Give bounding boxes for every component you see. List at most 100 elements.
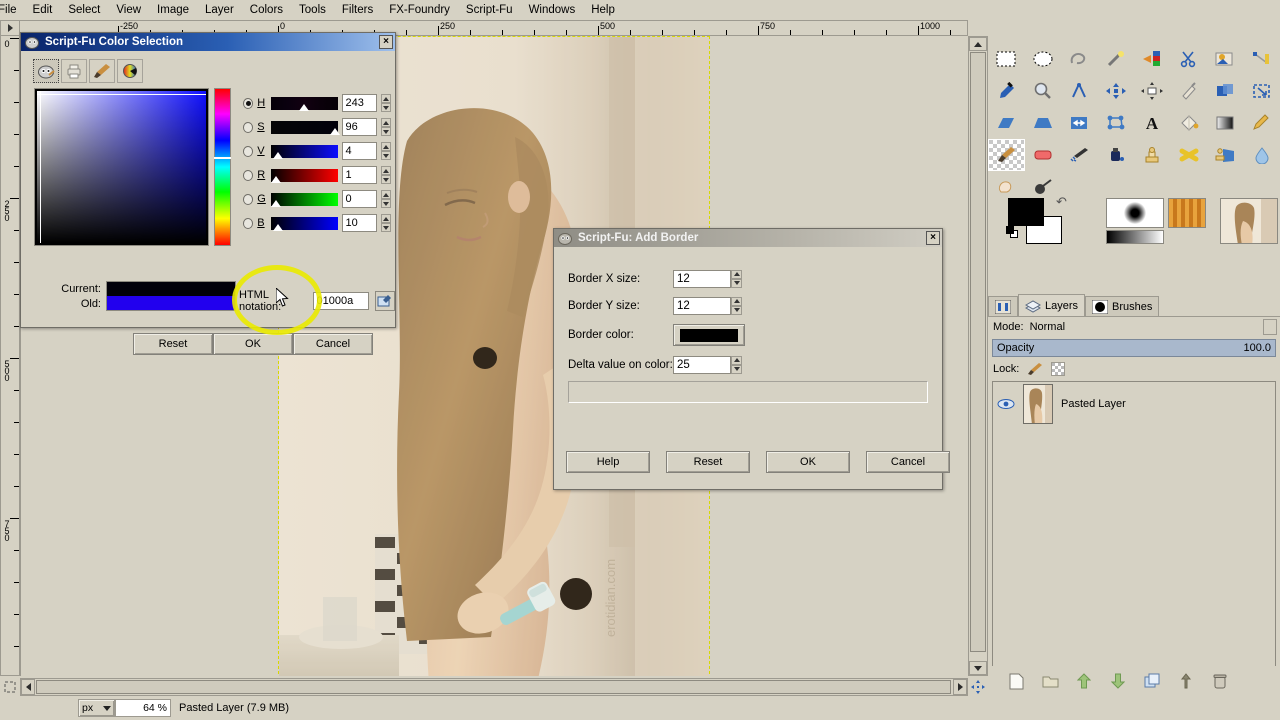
tool-text[interactable]: A (1134, 107, 1171, 139)
active-pattern-indicator[interactable] (1168, 198, 1206, 228)
border-y-size-input[interactable]: 12 (673, 296, 731, 315)
border-x-size-spinner[interactable] (731, 269, 742, 288)
channel-slider-s[interactable] (271, 120, 340, 135)
vertical-ruler[interactable]: 0 250 500 750 (0, 36, 20, 676)
tool-measure[interactable] (1061, 75, 1098, 107)
old-color-swatch[interactable] (107, 296, 235, 310)
delta-value-input[interactable]: 25 (673, 355, 731, 374)
tool-paths[interactable] (1244, 43, 1280, 75)
scroll-down-button[interactable] (969, 661, 987, 675)
tool-move[interactable] (1098, 75, 1135, 107)
hue-strip[interactable] (214, 88, 231, 246)
channel-radio-s[interactable] (243, 121, 254, 133)
script-fu-add-border-dialog[interactable]: Script-Fu: Add Border × Border X size: 1… (553, 228, 950, 490)
tool-free-select[interactable] (1061, 43, 1098, 75)
tool-paintbrush[interactable] (988, 139, 1025, 171)
border-y-size-spinner[interactable] (731, 296, 742, 315)
tool-perspective[interactable] (1025, 107, 1062, 139)
canvas-vertical-scrollbar[interactable] (968, 36, 988, 676)
delete-layer-button[interactable] (1210, 671, 1230, 691)
active-gradient-indicator[interactable] (1106, 230, 1164, 244)
active-brush-indicator[interactable] (1106, 198, 1164, 228)
channel-slider-b[interactable] (271, 216, 338, 231)
border-color-button[interactable] (673, 324, 745, 346)
color-tab-printer[interactable] (61, 59, 87, 83)
menu-item-windows[interactable]: Windows (521, 2, 584, 18)
lock-alpha-icon[interactable] (1051, 362, 1066, 376)
tool-pencil[interactable] (1244, 107, 1280, 139)
channel-spinner-s[interactable] (380, 118, 391, 136)
horizontal-scroll-thumb[interactable] (36, 680, 951, 694)
tool-bucket-fill[interactable] (1171, 107, 1208, 139)
raise-layer-button[interactable] (1074, 671, 1094, 691)
tool-perspective-clone[interactable] (1207, 139, 1244, 171)
menu-item-select[interactable]: Select (60, 2, 108, 18)
tab-brushes[interactable]: Brushes (1085, 296, 1160, 316)
tool-eraser[interactable] (1025, 139, 1062, 171)
layer-list[interactable]: Pasted Layer (992, 381, 1276, 681)
channel-radio-g[interactable] (243, 193, 254, 205)
tool-clone[interactable] (1134, 139, 1171, 171)
saturation-value-square[interactable] (34, 88, 209, 246)
channel-value-h[interactable]: 243 (341, 94, 377, 112)
html-notation-input[interactable]: 01000a (312, 292, 369, 310)
channel-value-b[interactable]: 10 (341, 214, 377, 232)
channel-radio-v[interactable] (243, 145, 254, 157)
channel-spinner-b[interactable] (380, 214, 391, 232)
channel-radio-h[interactable] (243, 97, 254, 109)
menu-item-tools[interactable]: Tools (291, 2, 334, 18)
channel-spinner-g[interactable] (380, 190, 391, 208)
tool-rotate[interactable] (1207, 75, 1244, 107)
delta-value-spinner[interactable] (731, 355, 742, 374)
ok-button[interactable]: OK (213, 333, 293, 355)
menu-item-filters[interactable]: Filters (334, 2, 381, 18)
lower-layer-button[interactable] (1108, 671, 1128, 691)
unit-selector[interactable]: px (78, 699, 115, 717)
tool-scale[interactable] (1244, 75, 1280, 107)
color-tab-watercolor[interactable] (89, 59, 115, 83)
reset-button[interactable]: Reset (666, 451, 750, 473)
menu-item-image[interactable]: Image (149, 2, 197, 18)
menu-item-script-fu[interactable]: Script-Fu (458, 2, 521, 18)
layer-visibility-icon[interactable] (997, 397, 1015, 411)
duplicate-layer-button[interactable] (1142, 671, 1162, 691)
swap-colors-icon[interactable]: ↶ (1056, 194, 1067, 210)
foreground-color-swatch[interactable] (1008, 198, 1044, 226)
channel-spinner-v[interactable] (380, 142, 391, 160)
menu-item-help[interactable]: Help (583, 2, 623, 18)
menu-item-colors[interactable]: Colors (242, 2, 291, 18)
screen-color-picker-button[interactable] (374, 291, 395, 311)
menu-item-edit[interactable]: Edit (25, 2, 61, 18)
help-button[interactable]: Help (566, 451, 650, 473)
tab-tool-options[interactable] (988, 296, 1018, 316)
tool-scissors-select[interactable] (1171, 43, 1208, 75)
tool-alignment[interactable] (1134, 75, 1171, 107)
menu-item-file[interactable]: File (0, 2, 25, 18)
menu-item-fx-foundry[interactable]: FX-Foundry (381, 2, 458, 18)
channel-spinner-r[interactable] (380, 166, 391, 184)
channel-value-s[interactable]: 96 (341, 118, 377, 136)
tool-fuzzy-select[interactable] (1098, 43, 1135, 75)
color-dialog-titlebar[interactable]: Script-Fu Color Selection × (21, 33, 395, 51)
script-fu-color-selection-dialog[interactable]: Script-Fu Color Selection × H 243 S 96 V… (20, 32, 396, 355)
border-dialog-titlebar[interactable]: Script-Fu: Add Border × (554, 229, 942, 247)
cancel-button[interactable]: Cancel (293, 333, 373, 355)
color-tab-gimp[interactable] (33, 59, 59, 83)
new-layer-group-button[interactable] (1040, 671, 1060, 691)
quick-mask-toggle[interactable] (0, 678, 20, 696)
tool-rect-select[interactable] (988, 43, 1025, 75)
channel-radio-b[interactable] (243, 217, 254, 229)
channel-slider-v[interactable] (271, 144, 338, 159)
tool-shear[interactable] (988, 107, 1025, 139)
tool-foreground-select[interactable] (1207, 43, 1244, 75)
canvas-horizontal-scrollbar[interactable] (20, 678, 968, 696)
ok-button[interactable]: OK (766, 451, 850, 473)
channel-spinner-h[interactable] (380, 94, 391, 112)
scroll-left-button[interactable] (21, 679, 35, 695)
channel-slider-r[interactable] (271, 168, 338, 183)
tool-crop[interactable] (1171, 75, 1208, 107)
layer-opacity-slider[interactable]: Opacity 100.0 (992, 339, 1276, 357)
active-image-thumbnail[interactable] (1220, 198, 1278, 244)
tool-select-by-color[interactable] (1134, 43, 1171, 75)
menu-item-layer[interactable]: Layer (197, 2, 242, 18)
